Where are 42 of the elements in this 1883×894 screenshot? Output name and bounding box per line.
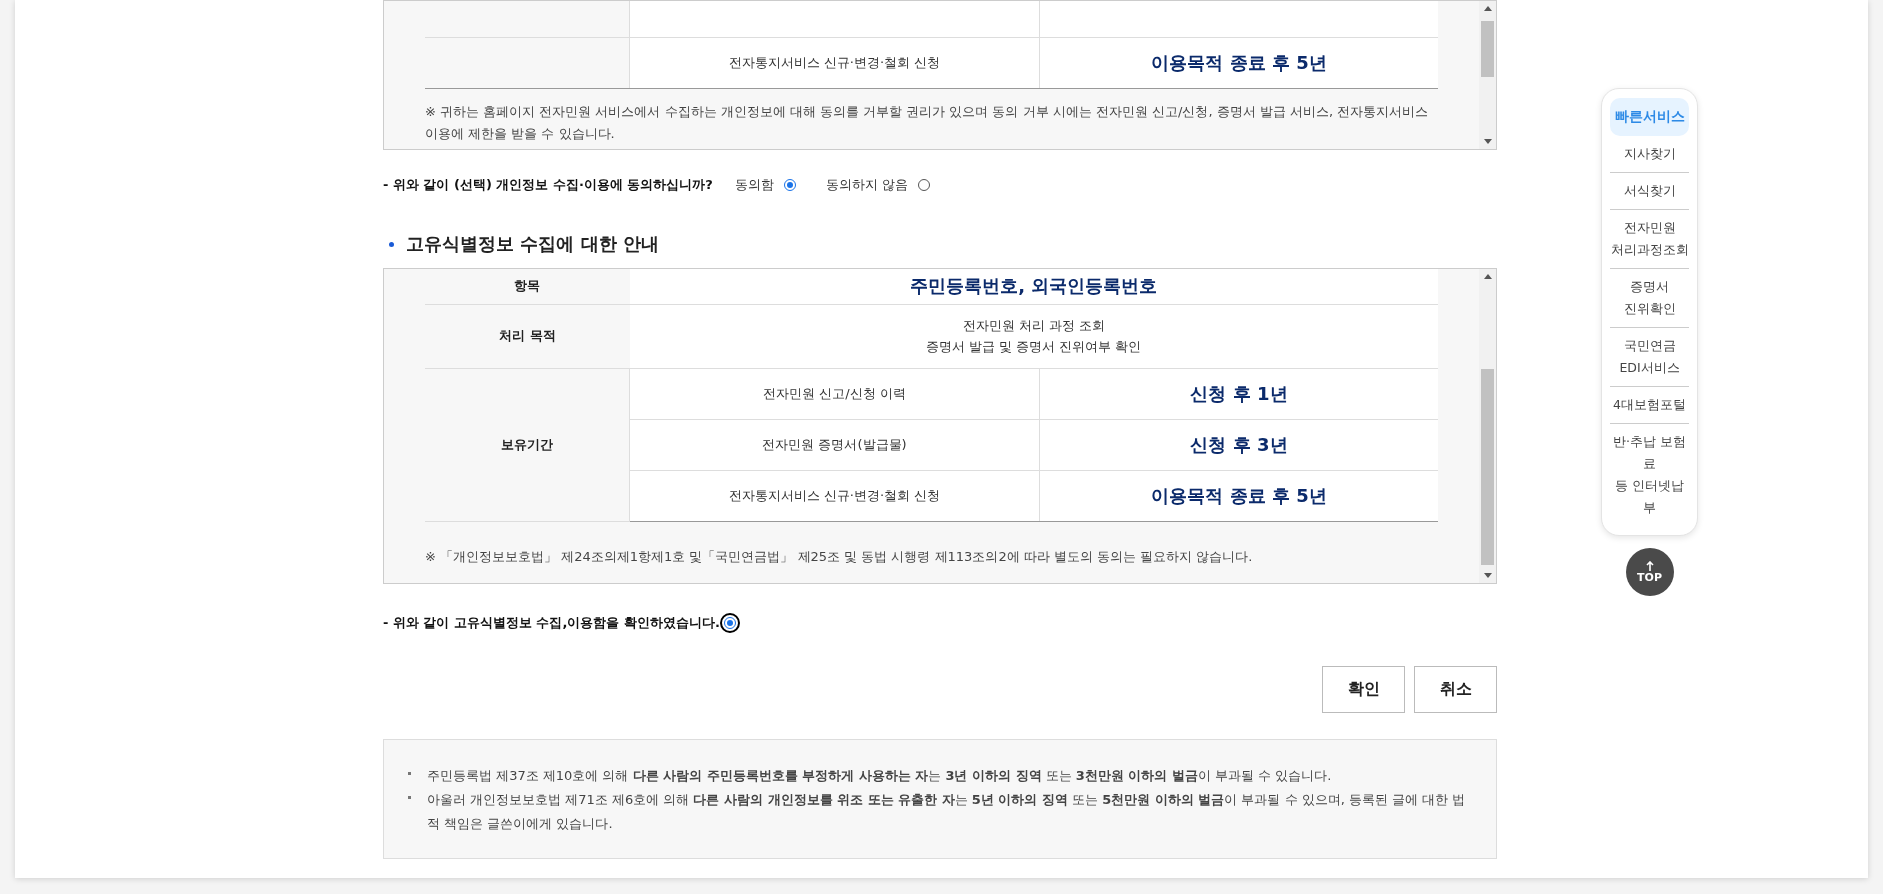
up-arrow-icon: [1645, 560, 1654, 571]
warning-text: 아울러 개인정보보호법 제71조 제6호에 의해 다른 사람의 개인정보를 위조 또는 유출한 자는 5년 이하의 징역 또는 5천만원 이하의 벌금이 부과될 수 있으며, 등록된 글에 대한 법적 책임은 글쓴이에게 있습니다.: [427, 791, 1467, 833]
scrollbar[interactable]: [1479, 1, 1496, 149]
bullet-icon: [408, 772, 411, 775]
table-header: 보유기간: [425, 368, 630, 521]
radio-button[interactable]: [918, 179, 931, 191]
consent-note: ※ 귀하는 홈페이지 전자민원 서비스에서 수집하는 개인정보에 대해 동의를 거부할 권리가 있으며 동의 거부 시에는 전자민원 신고/신청, 증명서 발급 서비스, 전자통지서비스 이용에 제한을 받을 수 있습니다.: [425, 103, 1430, 143]
table-cell: 전자통지서비스 신규·변경·철회 신청: [629, 37, 1040, 89]
confirm-label: - 위와 같이 고유식별정보 수집,이용함을 확인하였습니다.: [383, 614, 720, 632]
radio-button[interactable]: [783, 179, 796, 191]
table-cell: 전자민원 처리 과정 조회 증명서 발급 및 증명서 진위여부 확인: [629, 304, 1438, 368]
action-button[interactable]: 확인: [1322, 666, 1405, 713]
table-cell: 전자민원 증명서(발급물): [629, 419, 1040, 470]
table-header: 처리 목적: [425, 304, 630, 368]
quick-menu-title: 빠른서비스: [1610, 98, 1689, 136]
scrollbar[interactable]: [1479, 269, 1496, 583]
table-cell: 신청 후 3년: [1039, 419, 1438, 470]
radio-button[interactable]: [723, 617, 736, 629]
quick-menu-item[interactable]: 국민연금 EDI서비스: [1610, 327, 1689, 386]
warning-text: 주민등록법 제37조 제10호에 의해 다른 사람의 주민등록번호를 부정하게 사용하는 자는 3년 이하의 징역 또는 3천만원 이하의 벌금이 부과될 수 있습니다.: [427, 767, 1332, 785]
table-cell: 이용목적 종료 후 5년: [1039, 470, 1438, 521]
bullet-icon: [408, 796, 411, 799]
table-header: 항목: [425, 269, 630, 304]
quick-menu-item[interactable]: 반·추납 보험료 등 인터넷납부: [1610, 423, 1689, 526]
quick-menu-item[interactable]: 증명서 진위확인: [1610, 268, 1689, 327]
quick-menu-item[interactable]: 4대보험포털: [1610, 386, 1689, 423]
table-cell: 전자민원 신고/신청 이력: [629, 368, 1040, 419]
bullet-icon: [389, 241, 394, 247]
action-button[interactable]: 취소: [1414, 666, 1497, 713]
table-cell: 신청 후 1년: [1039, 368, 1438, 419]
option-label: 동의함: [734, 176, 774, 194]
section-heading: 고유식별정보 수집에 대한 안내: [406, 232, 659, 256]
quick-menu-item[interactable]: 서식찾기: [1610, 172, 1689, 209]
consent-question: - 위와 같이 (선택) 개인정보 수집·이용에 동의하십니까?: [383, 176, 713, 194]
table-cell: 주민등록번호, 외국인등록번호: [629, 269, 1438, 304]
quick-menu-item[interactable]: 전자민원 처리과정조회: [1610, 209, 1689, 268]
table-cell: 이용목적 종료 후 5년: [1039, 37, 1438, 89]
table-cell: 전자통지서비스 신규·변경·철회 신청: [629, 470, 1040, 521]
option-label: 동의하지 않음: [825, 176, 909, 194]
quick-menu-item[interactable]: 지사찾기: [1610, 136, 1689, 172]
legal-note: ※ 「개인정보보호법」 제24조의제1항제1호 및「국민연금법」 제25조 및 동법 시행령 제113조의2에 따라 별도의 동의는 필요하지 않습니다.: [425, 547, 1254, 566]
top-button[interactable]: TOP: [1625, 548, 1674, 596]
